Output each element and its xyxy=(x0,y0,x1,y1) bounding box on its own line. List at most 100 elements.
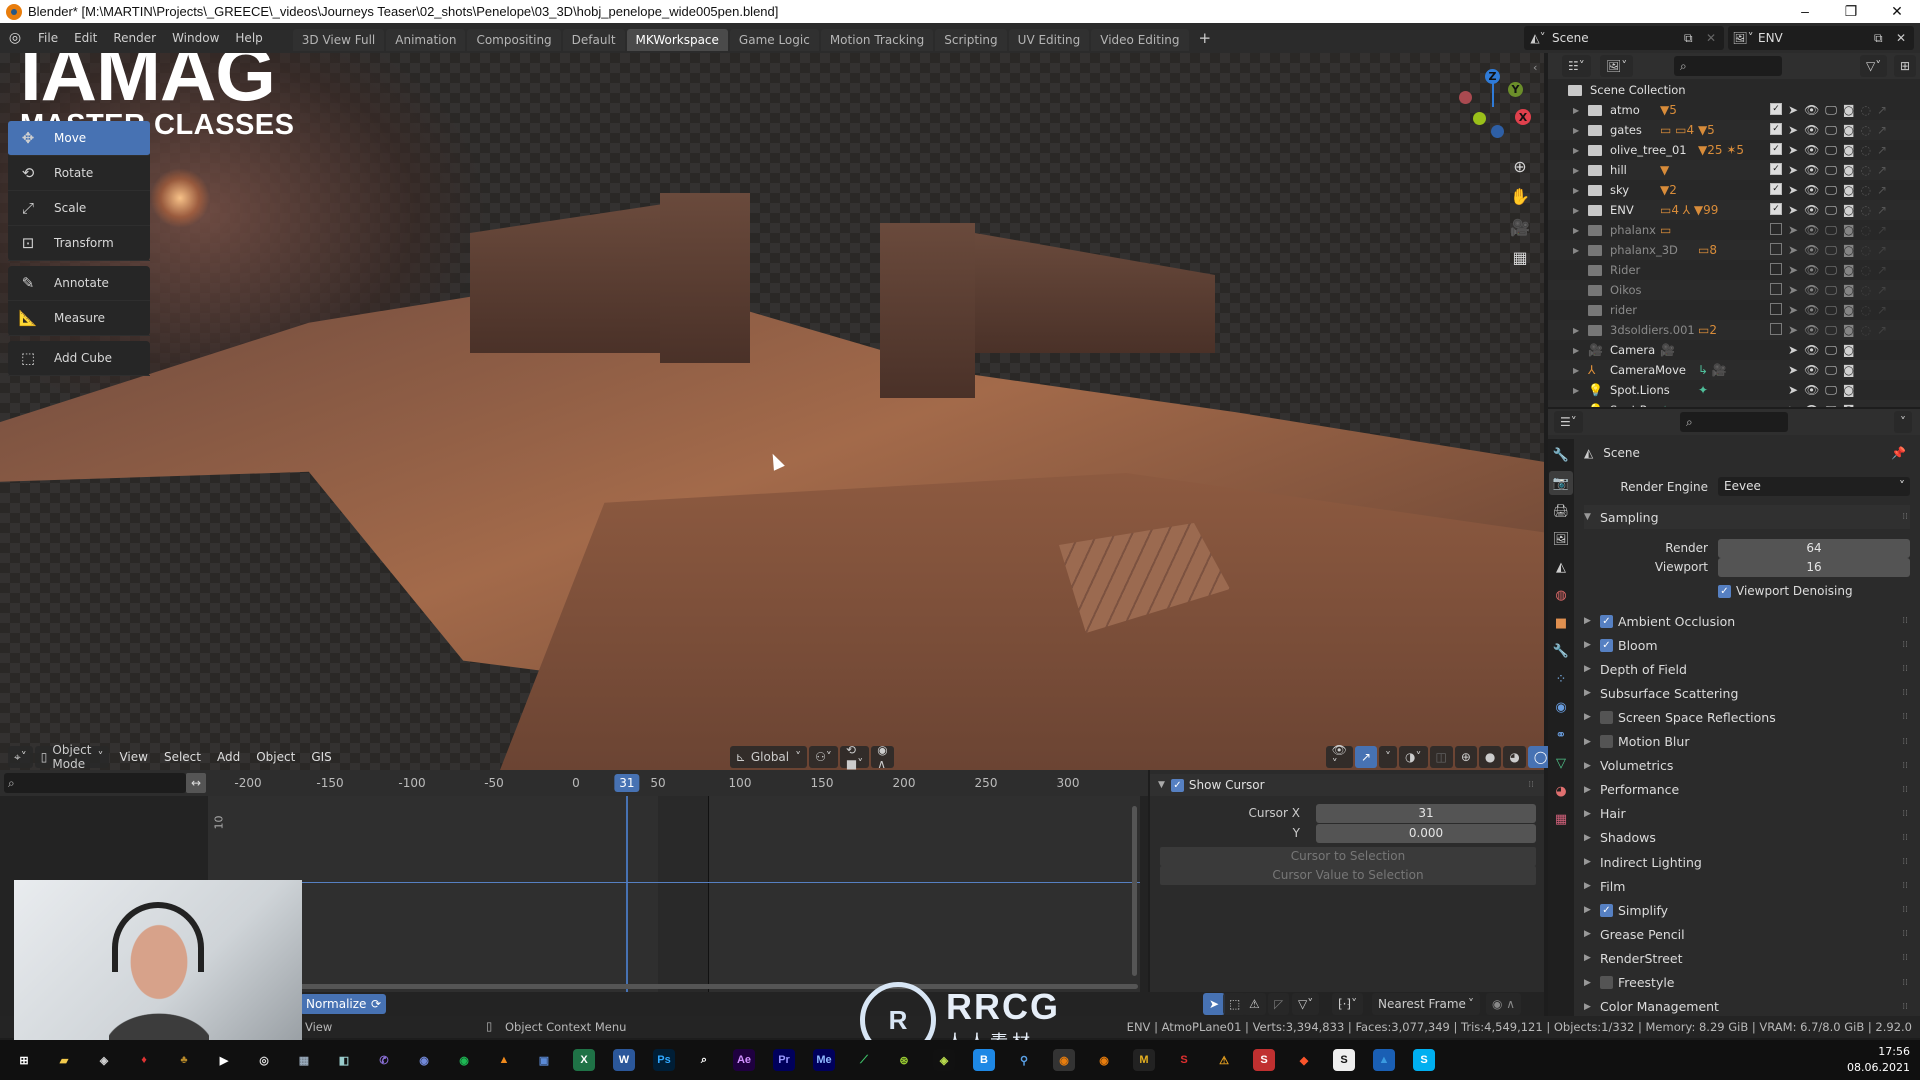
camera-render-icon[interactable]: ◙ xyxy=(1843,303,1855,318)
exclude-checkbox[interactable] xyxy=(1770,222,1782,235)
unlink-scene-icon[interactable]: ✕ xyxy=(1706,31,1724,45)
holdout-icon[interactable]: ◌ xyxy=(1861,243,1871,258)
taskbar-search-app-icon[interactable]: ⌕ xyxy=(684,1040,724,1080)
snap-mode-dropdown[interactable]: Nearest Frame ˅ xyxy=(1372,993,1480,1015)
panel-grip-icon[interactable]: ⁞⁞ xyxy=(1902,616,1908,626)
sampling-panel-header[interactable]: ▼ Sampling ⁞⁞ xyxy=(1584,505,1910,529)
panel-volumetrics[interactable]: ▶ Volumetrics ⁞⁞ xyxy=(1584,754,1910,778)
outliner-row-rider[interactable]: rider ➤ 👁 🖵 ◙ ◌ ↗ xyxy=(1548,300,1920,320)
camera-render-icon[interactable]: ◙ xyxy=(1843,403,1855,408)
panel-grip-icon[interactable]: ⁞⁞ xyxy=(1902,640,1908,650)
outliner-item-name[interactable]: CameraMove xyxy=(1610,363,1686,377)
proportional-toggle[interactable]: ◉ ∧ xyxy=(1486,993,1522,1015)
indirect-only-icon[interactable]: ↗ xyxy=(1877,143,1887,158)
monitor-icon[interactable]: 🖵 xyxy=(1825,363,1837,378)
taskbar-viber-icon[interactable]: ✆ xyxy=(364,1040,404,1080)
particles-tab[interactable]: ⁘ xyxy=(1549,667,1573,691)
taskbar-start-icon[interactable]: ⊞ xyxy=(4,1040,44,1080)
panel-enable-checkbox[interactable] xyxy=(1600,735,1613,748)
monitor-icon[interactable]: 🖵 xyxy=(1825,163,1837,178)
viewport-denoising-row[interactable]: ✓ Viewport Denoising xyxy=(1718,584,1853,598)
view-layer-selector[interactable]: 🖼˅ ENV ⧉ ✕ xyxy=(1728,26,1914,50)
camera-render-icon[interactable]: ◙ xyxy=(1843,343,1855,358)
monitor-icon[interactable]: 🖵 xyxy=(1825,323,1837,338)
indirect-only-icon[interactable]: ↗ xyxy=(1877,103,1887,118)
outliner-row-3dsoldiers-001[interactable]: ▶ 3dsoldiers.001 ▭2 ➤ 👁 🖵 ◙ ◌ ↗ xyxy=(1548,320,1920,340)
minimize-button[interactable]: – xyxy=(1782,0,1828,23)
channel-search[interactable]: ⌕ xyxy=(4,773,186,793)
workspace-tab-uv-editing[interactable]: UV Editing xyxy=(1008,29,1090,51)
exclude-checkbox[interactable] xyxy=(1770,242,1782,255)
taskbar-app-s-white-icon[interactable]: S xyxy=(1324,1040,1364,1080)
show-cursor-checkbox[interactable]: ✓ xyxy=(1170,778,1184,792)
holdout-icon[interactable]: ◌ xyxy=(1861,143,1871,158)
viewport-menu-add[interactable]: Add xyxy=(209,750,248,764)
outliner-row-phalanx[interactable]: ▶ phalanx ▭ ➤ 👁 🖵 ◙ ◌ ↗ xyxy=(1548,220,1920,240)
exclude-checkbox[interactable]: ✓ xyxy=(1770,202,1782,215)
exclude-checkbox[interactable]: ✓ xyxy=(1770,162,1782,175)
display-mode-dropdown[interactable]: 🖼˅ xyxy=(1600,55,1634,77)
monitor-icon[interactable]: 🖵 xyxy=(1825,343,1837,358)
object-tab[interactable]: ■ xyxy=(1549,611,1573,635)
exclude-checkbox[interactable]: ✓ xyxy=(1770,182,1782,195)
workspace-tab-scripting[interactable]: Scripting xyxy=(935,29,1007,51)
expand-arrow-icon[interactable]: ▶ xyxy=(1573,326,1579,335)
graph-area[interactable]: 10 xyxy=(208,796,1140,992)
panel-grip-icon[interactable]: ⁞⁞ xyxy=(1902,1002,1908,1012)
taskbar-clock[interactable]: 17:56 08.06.2021 xyxy=(1847,1044,1910,1076)
monitor-icon[interactable]: 🖵 xyxy=(1825,383,1837,398)
workspace-tab-default[interactable]: Default xyxy=(562,29,625,51)
editor-type-button[interactable]: ⌖˅ xyxy=(8,746,33,768)
taskbar-substance-icon[interactable]: ◈ xyxy=(924,1040,964,1080)
physics-tab[interactable]: ◉ xyxy=(1549,695,1573,719)
panel-color-management[interactable]: ▶ Color Management ⁞⁞ xyxy=(1584,995,1910,1019)
outliner-item-name[interactable]: sky xyxy=(1610,183,1629,197)
panel-indirect-lighting[interactable]: ▶ Indirect Lighting ⁞⁞ xyxy=(1584,850,1910,874)
menu-window[interactable]: Window xyxy=(164,31,227,45)
panel-grip-icon[interactable]: ⁞⁞ xyxy=(1528,780,1534,790)
eye-icon[interactable]: 👁 xyxy=(1804,243,1819,258)
gizmo-neg-y-icon[interactable] xyxy=(1473,112,1486,125)
monitor-icon[interactable]: 🖵 xyxy=(1825,223,1837,238)
taskbar-app-blue-b-icon[interactable]: B xyxy=(964,1040,1004,1080)
panel-hair[interactable]: ▶ Hair ⁞⁞ xyxy=(1584,802,1910,826)
taskbar-photos-icon[interactable]: ▲ xyxy=(1364,1040,1404,1080)
viewport-menu-select[interactable]: Select xyxy=(156,750,209,764)
outliner-editor-type-button[interactable]: ☷˅ xyxy=(1562,55,1591,77)
gizmo-x-icon[interactable]: X xyxy=(1515,109,1531,125)
holdout-icon[interactable]: ◌ xyxy=(1861,163,1871,178)
eye-icon[interactable]: 👁 xyxy=(1804,163,1819,178)
channel-region-resize-icon[interactable]: ↔ xyxy=(186,773,206,793)
cursor-x-field[interactable]: 31 xyxy=(1316,804,1536,823)
indirect-only-icon[interactable]: ↗ xyxy=(1877,223,1887,238)
outliner-row-hill[interactable]: ▶ hill ▼ ✓ ➤ 👁 🖵 ◙ ◌ ↗ xyxy=(1548,160,1920,180)
taskbar-media-player-icon[interactable]: ▶ xyxy=(204,1040,244,1080)
menu-help[interactable]: Help xyxy=(227,31,270,45)
camera-render-icon[interactable]: ◙ xyxy=(1843,143,1855,158)
auto-normalize-icon[interactable]: ⟳ xyxy=(366,994,386,1014)
expand-arrow-icon[interactable]: ▶ xyxy=(1573,386,1579,395)
panel-grip-icon[interactable]: ⁞⁞ xyxy=(1902,905,1908,915)
properties-options-dropdown[interactable]: ˅ xyxy=(1894,411,1912,433)
taskbar-word-icon[interactable]: W xyxy=(604,1040,644,1080)
viewport-menu-object[interactable]: Object xyxy=(248,750,303,764)
panel-grease-pencil[interactable]: ▶ Grease Pencil ⁞⁞ xyxy=(1584,922,1910,946)
panel-grip-icon[interactable]: ⁞⁞ xyxy=(1902,881,1908,891)
holdout-icon[interactable]: ◌ xyxy=(1861,183,1871,198)
gizmo-z-icon[interactable]: Z xyxy=(1485,69,1500,84)
shading-material-button[interactable]: ◕ xyxy=(1503,746,1526,768)
camera-render-icon[interactable]: ◙ xyxy=(1843,323,1855,338)
holdout-icon[interactable]: ◌ xyxy=(1861,123,1871,138)
expand-arrow-icon[interactable]: ▶ xyxy=(1573,166,1579,175)
proportional-edit-toggle[interactable]: ◉ ∧ xyxy=(871,743,894,771)
panel-grip-icon[interactable]: ⁞⁞ xyxy=(1902,512,1908,522)
select-toggle-icon[interactable]: ➤ xyxy=(1788,123,1798,138)
select-toggle-icon[interactable]: ➤ xyxy=(1788,223,1798,238)
select-toggle-icon[interactable]: ➤ xyxy=(1788,203,1798,218)
indirect-only-icon[interactable]: ↗ xyxy=(1877,303,1887,318)
outliner-item-name[interactable]: atmo xyxy=(1610,103,1640,117)
panel-enable-checkbox[interactable]: ✓ xyxy=(1600,903,1613,917)
scene-tab[interactable]: ◭ xyxy=(1549,555,1573,579)
camera-render-icon[interactable]: ◙ xyxy=(1843,183,1855,198)
expand-arrow-icon[interactable]: ▶ xyxy=(1573,206,1579,215)
